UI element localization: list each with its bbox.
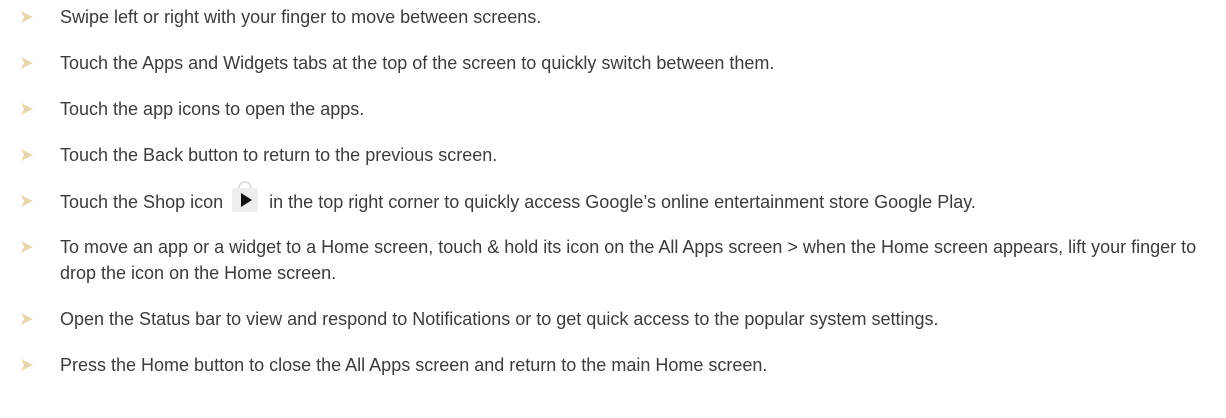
arrow-bullet-icon xyxy=(21,241,33,253)
list-item-text: Open the Status bar to view and respond … xyxy=(60,309,939,329)
list-item-text: Touch the Shop icon in the top right cor… xyxy=(60,181,1220,215)
list-item-text-after: in the top right corner to quickly acces… xyxy=(269,192,976,212)
list-item-text: Press the Home button to close the All A… xyxy=(60,355,768,375)
arrow-bullet-icon xyxy=(21,57,33,69)
list-item-text-before: Touch the Shop icon xyxy=(60,192,224,212)
arrow-bullet-icon xyxy=(21,149,33,161)
arrow-bullet-icon xyxy=(21,11,33,23)
list-item-text: Swipe left or right with your finger to … xyxy=(60,7,542,27)
instruction-list: Swipe left or right with your finger to … xyxy=(0,0,1226,418)
arrow-bullet-icon xyxy=(21,195,33,207)
list-item-text: Touch the Back button to return to the p… xyxy=(60,145,498,165)
arrow-bullet-icon xyxy=(21,359,33,371)
arrow-bullet-icon xyxy=(21,103,33,115)
list-item-text: To move an app or a widget to a Home scr… xyxy=(60,237,1197,283)
shop-bag-icon xyxy=(230,181,260,212)
arrow-bullet-icon xyxy=(21,313,33,325)
list-item-text: Touch the Apps and Widgets tabs at the t… xyxy=(60,53,775,73)
list-item-text: Touch the app icons to open the apps. xyxy=(60,99,365,119)
